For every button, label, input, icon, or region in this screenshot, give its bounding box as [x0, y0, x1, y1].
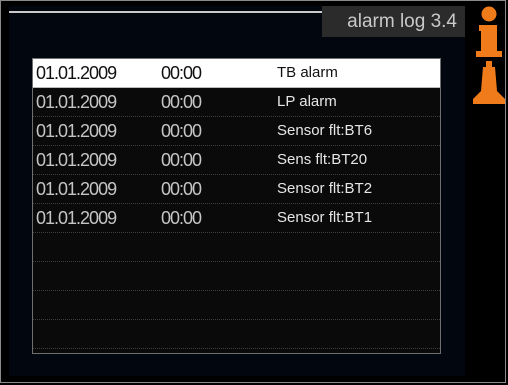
alarm-time: 00:00	[161, 63, 202, 83]
alarm-description: Sens flt:BT20	[277, 151, 368, 168]
alarm-date: 01.01.2009	[36, 92, 117, 112]
alarm-description: LP alarm	[277, 93, 337, 110]
device-frame: alarm log 3.4 01.01.2009 00:00 TB alarm 01.…	[0, 0, 506, 383]
empty-log-row	[33, 233, 440, 262]
alarm-description: TB alarm	[277, 64, 338, 81]
empty-log-row	[33, 291, 440, 320]
alarm-date: 01.01.2009	[36, 63, 117, 83]
alarm-log-row[interactable]: 01.01.2009 00:00 Sensor flt:BT1	[33, 204, 440, 233]
alarm-log-row[interactable]: 01.01.2009 00:00 LP alarm	[33, 88, 440, 117]
alarm-log-row[interactable]: 01.01.2009 00:00 TB alarm	[33, 59, 440, 88]
alarm-log-list: 01.01.2009 00:00 TB alarm 01.01.2009 00:00 LP…	[32, 58, 441, 354]
alarm-time: 00:00	[161, 208, 202, 228]
alarm-description: Sensor flt:BT6	[277, 122, 373, 139]
alarm-log-row[interactable]: 01.01.2009 00:00 Sensor flt:BT6	[33, 117, 440, 146]
alarm-time: 00:00	[161, 92, 202, 112]
alarm-time: 00:00	[161, 150, 202, 170]
alarm-date: 01.01.2009	[36, 208, 117, 228]
alarm-description: Sensor flt:BT1	[277, 209, 373, 226]
info-icon[interactable]	[471, 5, 507, 57]
alarm-bell-icon[interactable]	[471, 61, 507, 106]
alarm-log-row[interactable]: 01.01.2009 00:00 Sensor flt:BT2	[33, 175, 440, 204]
alarm-time: 00:00	[161, 121, 202, 141]
empty-log-row	[33, 320, 440, 349]
alarm-date: 01.01.2009	[36, 150, 117, 170]
side-icons	[471, 5, 507, 115]
alarm-time: 00:00	[161, 179, 202, 199]
alarm-description: Sensor flt:BT2	[277, 180, 373, 197]
header-line	[9, 11, 339, 13]
alarm-date: 01.01.2009	[36, 121, 117, 141]
alarm-log-row[interactable]: 01.01.2009 00:00 Sens flt:BT20	[33, 146, 440, 175]
empty-log-row	[33, 262, 440, 291]
alarm-date: 01.01.2009	[36, 179, 117, 199]
page-title: alarm log 3.4	[322, 6, 465, 37]
